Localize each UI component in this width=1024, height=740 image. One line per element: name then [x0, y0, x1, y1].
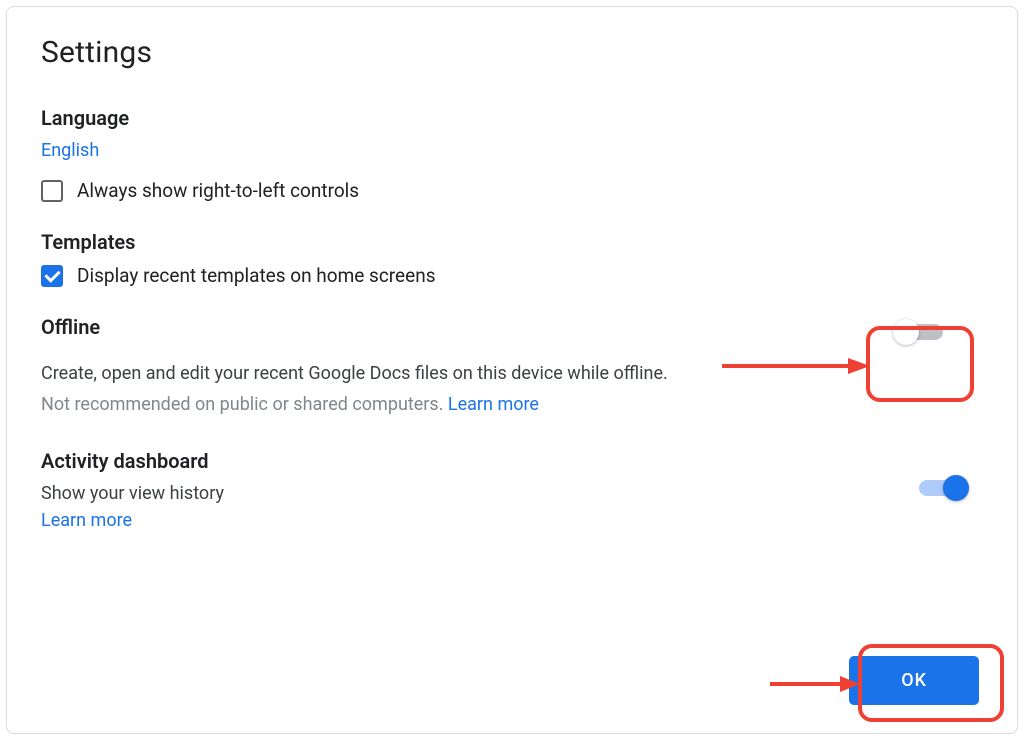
- dialog-title: Settings: [41, 35, 983, 70]
- activity-toggle[interactable]: [919, 479, 965, 497]
- rtl-checkbox[interactable]: [41, 180, 63, 202]
- activity-heading: Activity dashboard: [41, 449, 224, 473]
- rtl-checkbox-label: Always show right-to-left controls: [77, 179, 359, 202]
- templates-checkbox-row: Display recent templates on home screens: [41, 264, 983, 287]
- rtl-checkbox-row: Always show right-to-left controls: [41, 179, 983, 202]
- ok-button[interactable]: OK: [849, 656, 979, 705]
- activity-section: Activity dashboard Show your view histor…: [41, 449, 983, 531]
- language-section: Language English Always show right-to-le…: [41, 106, 983, 202]
- language-current-link[interactable]: English: [41, 140, 99, 161]
- templates-checkbox-label: Display recent templates on home screens: [77, 264, 436, 287]
- offline-heading: Offline: [41, 315, 100, 339]
- language-heading: Language: [41, 106, 983, 130]
- offline-hint-text: Not recommended on public or shared comp…: [41, 394, 448, 415]
- settings-dialog: Settings Language English Always show ri…: [6, 6, 1018, 734]
- offline-hint: Not recommended on public or shared comp…: [41, 394, 983, 415]
- offline-learn-more-link[interactable]: Learn more: [448, 394, 539, 415]
- activity-description: Show your view history: [41, 483, 224, 504]
- activity-learn-more-link[interactable]: Learn more: [41, 510, 132, 531]
- offline-toggle[interactable]: [897, 323, 943, 341]
- offline-section: Offline Create, open and edit your recen…: [41, 315, 983, 415]
- templates-heading: Templates: [41, 230, 983, 254]
- templates-section: Templates Display recent templates on ho…: [41, 230, 983, 287]
- offline-description: Create, open and edit your recent Google…: [41, 363, 983, 384]
- templates-checkbox[interactable]: [41, 265, 63, 287]
